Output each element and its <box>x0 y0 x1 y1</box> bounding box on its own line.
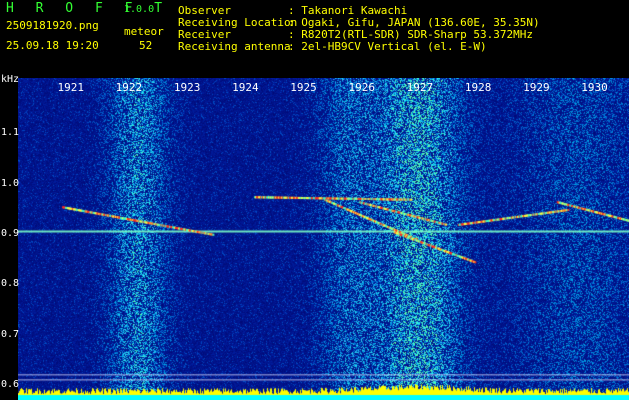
meteor-label: meteor <box>124 25 164 38</box>
y-tick-label: 1.0 <box>1 177 20 189</box>
x-tick-label: 1926 <box>348 81 375 94</box>
y-tick-label: 0.6 <box>1 378 20 390</box>
y-tick-label: 1.1 <box>1 127 20 139</box>
file-name: 2509181920.png <box>6 19 99 32</box>
header-panel: H R O F F T 1.0.0 2509181920.png 25.09.1… <box>0 0 629 78</box>
antenna-value: : 2el-HB9CV Vertical (el. E-W) <box>288 40 487 53</box>
antenna-label: Receiving antenna <box>178 40 291 53</box>
x-tick-label: 1929 <box>523 81 550 94</box>
x-tick-label: 1930 <box>581 81 608 94</box>
x-tick-label: 1923 <box>173 81 201 94</box>
spectrogram <box>18 78 629 400</box>
app-version: 1.0.0 <box>124 4 155 15</box>
y-tick-label: 0.9 <box>1 227 20 239</box>
y-tick-label: 0.8 <box>1 278 20 290</box>
x-tick-label: 1927 <box>406 81 434 94</box>
y-axis-label: kHz <box>1 74 20 85</box>
x-tick-label: 1921 <box>57 81 84 94</box>
y-tick-label: 0.7 <box>1 328 20 340</box>
timestamp: 25.09.18 19:20 <box>6 39 99 52</box>
meteor-count: 52 <box>139 39 153 52</box>
x-tick-label: 1925 <box>290 81 317 94</box>
x-tick-label: 1922 <box>115 81 143 94</box>
x-tick-label: 1924 <box>232 81 259 94</box>
x-tick-label: 1928 <box>464 81 492 94</box>
